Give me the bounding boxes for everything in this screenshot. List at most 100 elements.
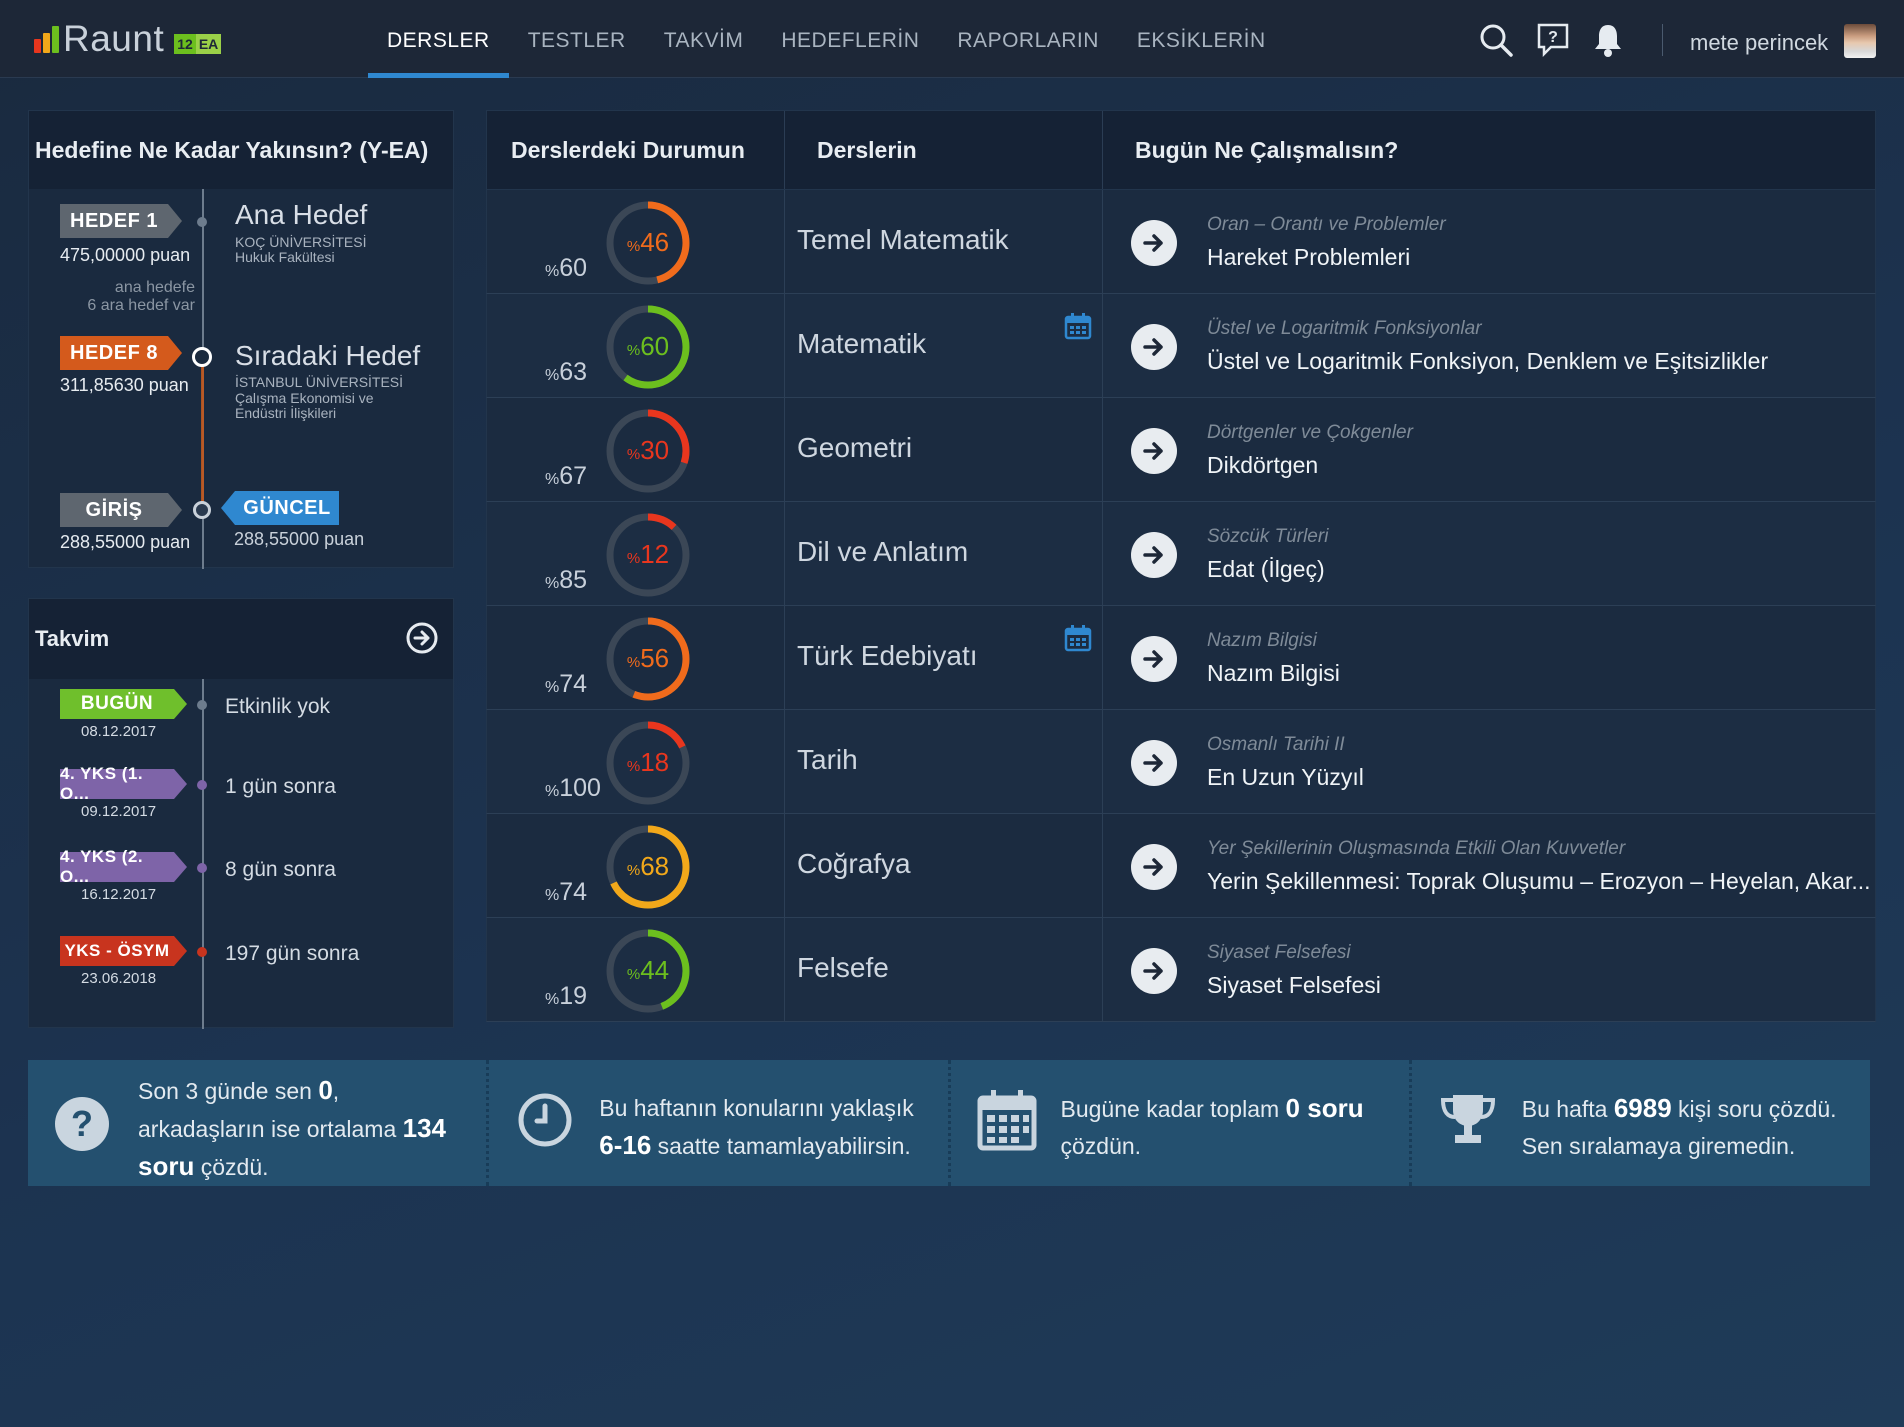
today-topic-cell[interactable]: Oran – Orantı ve Problemler Hareket Probl… [1103,190,1875,293]
calendar-open-arrow-icon[interactable] [405,621,439,660]
calendar-timeline-line [202,679,204,1029]
next-goal-dot [192,347,212,367]
stat-weekly-text-2: saatte tamamlayabilirsin. [651,1133,911,1159]
stat-total-text-1: Bugüne kadar toplam [1060,1096,1286,1122]
table-row[interactable]: %19 %44 Felsefe Siyaset Felsefesi Siyaset Fe… [486,918,1876,1022]
success-percent: %74 [545,670,587,699]
header-status: Derslerdeki Durumun [487,111,785,189]
go-topic-button[interactable] [1131,636,1177,682]
today-topic-cell[interactable]: Sözcük Türleri Edat (İlgeç) [1103,502,1875,605]
help-icon[interactable]: ? [1536,22,1570,58]
today-topic-cell[interactable]: Dörtgenler ve Çokgenler Dikdörtgen [1103,398,1875,501]
nav-dersler[interactable]: DERSLER [368,0,509,78]
stat-ranking-text-3: Sen sıralamaya giremedin. [1521,1133,1796,1159]
table-row[interactable]: %63 %60 Matematik Üstel ve Logaritmik Fonks… [486,294,1876,398]
table-row[interactable]: %100 %18 Tarih Osmanlı Tarihi II En Uzun Yüz… [486,710,1876,814]
success-percent-value: 60 [559,254,588,282]
nav-takvim[interactable]: TAKVİM [645,0,763,78]
topic-title[interactable]: Nazım Bilgisi [1207,660,1340,687]
svg-text:?: ? [71,1103,93,1144]
topic-title[interactable]: Dikdörtgen [1207,452,1318,479]
calendar-event-text: 8 gün sonra [225,858,336,881]
table-row[interactable]: %74 %68 Coğrafya Yer Şekillerinin Oluşmasın… [486,814,1876,918]
gauge-value: 44 [640,955,669,985]
today-topic-cell[interactable]: Siyaset Felsefesi Siyaset Felsefesi [1103,918,1875,1021]
today-topic-cell[interactable]: Yer Şekillerinin Oluşmasında Etkili Olan… [1103,814,1875,917]
gauge-label: %30 [627,435,669,465]
table-row[interactable]: %74 %56 Türk Edebiyatı Nazım Bilgisi Nazım B… [486,606,1876,710]
calendar-event-tag[interactable]: 4. YKS (2. O... [60,847,174,886]
question-icon: ? [54,1096,110,1157]
subject-name[interactable]: Felsefe [797,952,889,984]
go-topic-button[interactable] [1131,220,1177,266]
user-name[interactable]: mete perincek [1690,30,1828,56]
stat-recent-text-3: arkadaşların ise ortalama [138,1116,403,1142]
today-topic-cell[interactable]: Üstel ve Logaritmik Fonksiyonlar Üstel ve… [1103,294,1875,397]
notifications-bell-icon[interactable] [1592,22,1624,58]
percent-sign: % [545,263,560,280]
topic-title[interactable]: Yerin Şekillenmesi: Toprak Oluşumu – Ero… [1207,868,1871,895]
topic-title[interactable]: Hareket Problemleri [1207,244,1410,271]
calendar-event-tag[interactable]: 4. YKS (1. O... [60,764,174,803]
subject-name[interactable]: Dil ve Anlatım [797,536,968,568]
progress-gauge: %60 [606,305,690,389]
topic-unit: Osmanlı Tarihi II [1207,734,1345,755]
subject-name[interactable]: Tarih [797,744,858,776]
subject-cell[interactable]: Matematik [785,294,1103,397]
next-goal-points: 311,85630 puan [60,375,189,395]
calendar-event-tag[interactable]: BUGÜN [60,689,174,719]
subject-name[interactable]: Geometri [797,432,912,464]
logo[interactable]: Raunt 12 EA [34,18,222,60]
stat-ranking-text: Bu hafta 6989 kişi soru çözdü. Sen sıral… [1522,1090,1837,1165]
table-row[interactable]: %67 %30 Geometri Dörtgenler ve Çokgenler Dik… [486,398,1876,502]
topic-title[interactable]: Edat (İlgeç) [1207,556,1325,583]
nav-hedeflerin[interactable]: HEDEFLERİN [762,0,938,78]
subject-cell[interactable]: Temel Matematik [785,190,1103,293]
go-topic-button[interactable] [1131,428,1177,474]
topic-title[interactable]: Üstel ve Logaritmik Fonksiyon, Denklem v… [1207,348,1768,375]
subject-cell[interactable]: Felsefe [785,918,1103,1021]
go-topic-button[interactable] [1131,948,1177,994]
calendar-event-tag-arrow [174,936,187,966]
subject-name[interactable]: Türk Edebiyatı [797,640,978,672]
today-topic-cell[interactable]: Nazım Bilgisi Nazım Bilgisi [1103,606,1875,709]
go-topic-button[interactable] [1131,324,1177,370]
percent-sign: % [545,783,560,800]
search-icon[interactable] [1478,22,1514,58]
nav-eksiklerin[interactable]: EKSİKLERİN [1118,0,1285,78]
subject-cell[interactable]: Tarih [785,710,1103,813]
avatar[interactable] [1844,24,1876,58]
go-topic-button[interactable] [1131,740,1177,786]
nav-raporlarin[interactable]: RAPORLARIN [938,0,1118,78]
gauge-value: 18 [640,747,669,777]
arrow-right-icon [1143,442,1163,460]
subject-name[interactable]: Matematik [797,328,926,360]
remaining-goals-line1: ana hedefe [114,279,195,296]
topic-title[interactable]: En Uzun Yüzyıl [1207,764,1364,791]
progress-gauge: %56 [606,617,690,701]
goal-panel-title: Hedefine Ne Kadar Yakınsın? (Y-EA) [29,111,453,189]
today-topic-cell[interactable]: Osmanlı Tarihi II En Uzun Yüzyıl [1103,710,1875,813]
subject-calendar-icon[interactable] [1064,312,1092,345]
remaining-goals-line2: 6 ara hedef var [87,297,195,314]
calendar-event-dot [197,780,207,790]
entry-tag-arrow [168,493,182,527]
success-percent-value: 63 [559,358,588,386]
subject-name[interactable]: Coğrafya [797,848,911,880]
table-row[interactable]: %60 %46 Temel Matematik Oran – Orantı ve Pr… [486,190,1876,294]
topic-title[interactable]: Siyaset Felsefesi [1207,972,1381,999]
gauge-value: 56 [640,643,669,673]
subject-cell[interactable]: Dil ve Anlatım [785,502,1103,605]
subject-cell[interactable]: Türk Edebiyatı [785,606,1103,709]
subject-cell[interactable]: Coğrafya [785,814,1103,917]
go-topic-button[interactable] [1131,532,1177,578]
subject-cell[interactable]: Geometri [785,398,1103,501]
calendar-event-tag[interactable]: YKS - ÖSYM [60,936,174,966]
subject-calendar-icon[interactable] [1064,624,1092,657]
stat-total-text: Bugüne kadar toplam 0 soru çözdün. [1061,1090,1364,1165]
subject-name[interactable]: Temel Matematik [797,224,1009,256]
current-points: 288,55000 puan [234,529,365,549]
nav-testler[interactable]: TESTLER [509,0,645,78]
go-topic-button[interactable] [1131,844,1177,890]
table-row[interactable]: %85 %12 Dil ve Anlatım Sözcük Türleri Edat (… [486,502,1876,606]
